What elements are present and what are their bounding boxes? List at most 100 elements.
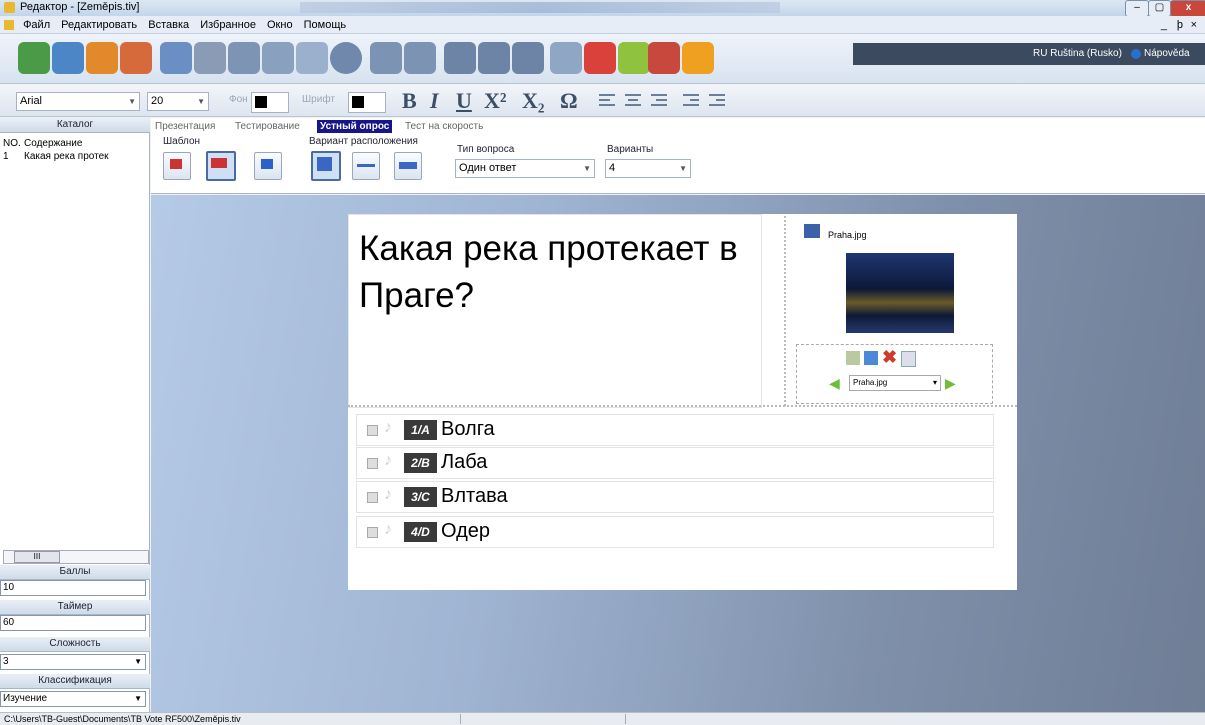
color-swatch xyxy=(352,96,364,108)
left-panel: Каталог NO. Содержание 1 Какая река прот… xyxy=(0,118,150,712)
increase-indent-icon[interactable] xyxy=(708,91,726,109)
image-edit-icon[interactable] xyxy=(846,351,860,365)
close-button[interactable]: x xyxy=(1170,0,1205,17)
undo-icon[interactable] xyxy=(370,42,402,74)
tab-speed-test[interactable]: Тест на скорость xyxy=(405,120,483,133)
font-size-select[interactable]: 20 ▼ xyxy=(147,92,209,111)
record-icon[interactable] xyxy=(330,42,362,74)
underline-button[interactable]: U xyxy=(456,88,472,114)
answer-row-2[interactable]: ♪ 2/B Лаба xyxy=(356,447,994,479)
move-right-icon[interactable] xyxy=(618,42,650,74)
copy-icon[interactable] xyxy=(262,42,294,74)
chevron-down-icon: ▼ xyxy=(583,164,591,173)
list-item[interactable]: 1 Какая река протек xyxy=(0,151,150,165)
font-family-select[interactable]: Arial ▼ xyxy=(16,92,140,111)
prague-photo[interactable] xyxy=(846,253,954,333)
save-icon[interactable] xyxy=(86,42,118,74)
export-icon[interactable] xyxy=(120,42,152,74)
template-button-3[interactable] xyxy=(254,152,282,180)
question-type-select[interactable]: Один ответ ▼ xyxy=(455,159,595,178)
previous-image-icon[interactable]: ◀ xyxy=(829,375,840,392)
menu-edit[interactable]: Редактировать xyxy=(61,16,137,34)
image-file-icon xyxy=(804,224,820,238)
language-indicator[interactable]: RU Ruština (Rusko) xyxy=(1033,43,1122,65)
answer-checkbox[interactable] xyxy=(367,492,378,503)
page-icon[interactable] xyxy=(478,42,510,74)
maximize-button[interactable]: ▢ xyxy=(1148,0,1171,17)
copy-page-icon[interactable] xyxy=(512,42,544,74)
answer-text: Влтава xyxy=(441,485,508,507)
template-button-2[interactable] xyxy=(206,151,236,181)
points-input[interactable]: 10 xyxy=(0,580,146,596)
answer-checkbox[interactable] xyxy=(367,527,378,538)
answer-checkbox[interactable] xyxy=(367,425,378,436)
bold-button[interactable]: B xyxy=(402,88,417,114)
layout-button-1[interactable] xyxy=(311,151,341,181)
app-icon xyxy=(4,2,15,13)
answer-row-1[interactable]: ♪ 1/A Волга xyxy=(356,414,994,446)
new-icon[interactable] xyxy=(18,42,50,74)
horizontal-scrollbar[interactable]: III xyxy=(3,550,149,564)
add-question-icon[interactable] xyxy=(648,42,680,74)
mdi-minimize-button[interactable]: _ xyxy=(1161,16,1167,34)
open-icon[interactable] xyxy=(52,42,84,74)
special-char-button[interactable]: Ω xyxy=(560,88,578,114)
menu-favorites[interactable]: Избранное xyxy=(200,16,256,34)
tab-oral-quiz[interactable]: Устный опрос xyxy=(317,120,393,133)
subscript-button[interactable]: X₂ xyxy=(522,88,544,114)
layout-button-2[interactable] xyxy=(352,152,380,180)
answer-row-3[interactable]: ♪ 3/C Влтава xyxy=(356,481,994,513)
difficulty-select[interactable]: 3 ▼ xyxy=(0,654,146,670)
paste-icon[interactable] xyxy=(296,42,328,74)
delete-icon[interactable] xyxy=(682,42,714,74)
answer-row-4[interactable]: ♪ 4/D Одер xyxy=(356,516,994,548)
image-select[interactable]: Praha.jpg ▾ xyxy=(849,375,941,391)
minimize-button[interactable]: – xyxy=(1125,0,1149,17)
layout-grid-icon xyxy=(399,162,417,169)
background-color-button[interactable] xyxy=(251,92,289,113)
image-save-icon[interactable] xyxy=(901,351,916,367)
app-menu-icon[interactable] xyxy=(4,20,14,31)
decrease-indent-icon[interactable] xyxy=(682,91,700,109)
layout-button-3[interactable] xyxy=(394,152,422,180)
menu-window[interactable]: Окно xyxy=(267,16,293,34)
superscript-button[interactable]: X² xyxy=(484,88,506,114)
align-left-icon[interactable] xyxy=(598,91,616,109)
next-image-icon[interactable]: ▶ xyxy=(945,375,956,392)
answer-checkbox[interactable] xyxy=(367,458,378,469)
menu-insert[interactable]: Вставка xyxy=(148,16,189,34)
cut-icon[interactable] xyxy=(228,42,260,74)
align-center-icon[interactable] xyxy=(624,91,642,109)
classification-value: Изучение xyxy=(3,693,48,704)
slide-icon[interactable] xyxy=(444,42,476,74)
template-button-1[interactable] xyxy=(163,152,191,180)
print-icon[interactable] xyxy=(194,42,226,74)
menu-file[interactable]: Файл xyxy=(23,16,50,34)
font-color-button[interactable] xyxy=(348,92,386,113)
classification-select[interactable]: Изучение ▼ xyxy=(0,691,146,707)
question-box[interactable]: Какая река протекает в Праге? xyxy=(348,214,762,408)
variants-select[interactable]: 4 ▼ xyxy=(605,159,691,178)
redo-icon[interactable] xyxy=(404,42,436,74)
preview-icon[interactable] xyxy=(160,42,192,74)
timer-input[interactable]: 60 xyxy=(0,615,146,631)
move-left-icon[interactable] xyxy=(584,42,616,74)
quiz-icon[interactable] xyxy=(550,42,582,74)
tab-testing[interactable]: Тестирование xyxy=(235,120,300,133)
variants-label: Варианты xyxy=(607,144,654,155)
menu-help[interactable]: Помощь xyxy=(304,16,347,34)
font-family-value: Arial xyxy=(20,95,43,107)
italic-button[interactable]: I xyxy=(430,88,439,114)
tab-presentation[interactable]: Презентация xyxy=(155,120,215,133)
mdi-restore-button[interactable]: ϸ xyxy=(1177,16,1183,34)
align-right-icon[interactable] xyxy=(650,91,668,109)
image-filename: Praha.jpg xyxy=(828,230,867,240)
chevron-down-icon: ▼ xyxy=(679,164,687,173)
image-open-icon[interactable] xyxy=(864,351,878,365)
help-link[interactable]: Nápověda xyxy=(1144,43,1190,65)
scroll-thumb[interactable]: III xyxy=(14,551,60,563)
mdi-close-button[interactable]: × xyxy=(1191,16,1197,34)
music-note-icon: ♪ xyxy=(384,486,392,503)
image-delete-icon[interactable]: ✖ xyxy=(882,347,897,368)
template-icon xyxy=(170,159,182,169)
